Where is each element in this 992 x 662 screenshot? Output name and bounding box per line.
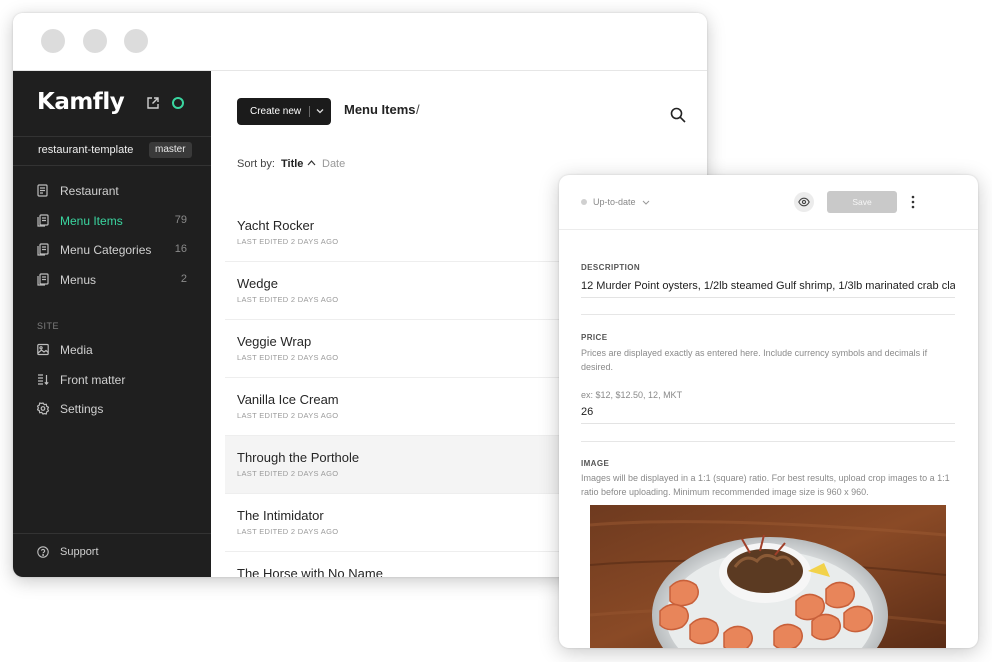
- sidebar-item-menus[interactable]: Menus 2: [37, 270, 187, 290]
- description-label: DESCRIPTION: [581, 263, 641, 272]
- item-meta: LAST EDITED 2 DAYS AGO: [237, 411, 339, 420]
- sidebar-divider: [13, 533, 211, 534]
- shrimp-platter-image: [590, 505, 946, 648]
- more-options-icon[interactable]: [911, 195, 915, 209]
- image-icon: [37, 343, 49, 356]
- window-maximize-dot[interactable]: [124, 29, 148, 53]
- sidebar-item-front-matter[interactable]: Front matter: [37, 370, 187, 390]
- save-button[interactable]: Save: [827, 191, 897, 213]
- image-help-text: Images will be displayed in a 1:1 (squar…: [581, 473, 950, 497]
- create-new-label: Create new: [250, 106, 302, 117]
- create-new-button[interactable]: Create new: [237, 98, 331, 125]
- button-divider: [309, 106, 310, 117]
- item-meta: LAST EDITED 2 DAYS AGO: [237, 353, 339, 362]
- item-title: Through the Porthole: [237, 450, 360, 465]
- window-minimize-dot[interactable]: [83, 29, 107, 53]
- item-title: Vanilla Ice Cream: [237, 392, 339, 407]
- sort-option-title[interactable]: Title: [281, 158, 303, 170]
- price-example-text: ex: $12, $12.50, 12, MKT: [581, 390, 683, 400]
- branch-badge[interactable]: master: [149, 142, 192, 158]
- help-circle-icon: [37, 546, 49, 558]
- sort-option-date[interactable]: Date: [322, 158, 345, 170]
- gear-icon: [37, 402, 49, 415]
- sidebar-item-label: Menus: [60, 273, 97, 287]
- editor-window: Up-to-date Save DESCRIPTION 12 Murder Po…: [559, 175, 978, 648]
- section-divider: [581, 314, 955, 315]
- search-icon[interactable]: [670, 107, 686, 123]
- sidebar-item-count: 2: [180, 273, 187, 285]
- sidebar-divider: [13, 136, 211, 137]
- window-close-dot[interactable]: [41, 29, 65, 53]
- status-indicator: [581, 199, 587, 205]
- sidebar-item-restaurant[interactable]: Restaurant: [37, 181, 187, 201]
- chevron-up-icon[interactable]: [307, 159, 316, 167]
- window-titlebar: [13, 13, 707, 71]
- documents-icon: [37, 273, 49, 286]
- item-meta: LAST EDITED 2 DAYS AGO: [237, 469, 339, 478]
- sidebar-item-menu-items[interactable]: Menu Items 79: [37, 211, 187, 231]
- item-title: Veggie Wrap: [237, 334, 312, 349]
- sidebar-item-label: Menu Categories: [60, 243, 152, 257]
- document-icon: [37, 184, 48, 197]
- breadcrumb-separator: /: [416, 102, 420, 117]
- preview-button[interactable]: [794, 192, 814, 212]
- item-title: Yacht Rocker: [237, 218, 315, 233]
- breadcrumb-menu-items[interactable]: Menu Items: [344, 102, 416, 117]
- chevron-down-icon[interactable]: [642, 199, 650, 206]
- sidebar-item-label: Media: [60, 343, 93, 357]
- price-help-text: Prices are displayed exactly as entered …: [581, 348, 928, 372]
- price-label: PRICE: [581, 333, 608, 342]
- documents-icon: [37, 243, 49, 256]
- section-label-site: SITE: [37, 321, 60, 331]
- image-label: IMAGE: [581, 459, 610, 468]
- sidebar: Kamfly restaurant-template master Restau…: [13, 71, 211, 577]
- external-link-icon[interactable]: [146, 96, 160, 110]
- description-field[interactable]: 12 Murder Point oysters, 1/2lb steamed G…: [581, 280, 955, 298]
- documents-icon: [37, 214, 49, 227]
- chevron-down-icon[interactable]: [315, 106, 325, 116]
- eye-icon: [798, 197, 810, 207]
- sidebar-item-count: 79: [174, 214, 187, 226]
- item-meta: LAST EDITED 2 DAYS AGO: [237, 237, 339, 246]
- sidebar-item-label: Settings: [60, 402, 104, 416]
- sidebar-item-label: Restaurant: [60, 184, 119, 198]
- sidebar-divider: [13, 165, 211, 166]
- sidebar-item-label: Menu Items: [60, 214, 123, 228]
- repo-name[interactable]: restaurant-template: [38, 144, 133, 156]
- item-meta: LAST EDITED 2 DAYS AGO: [237, 295, 339, 304]
- support-label: Support: [60, 546, 99, 558]
- editor-header: Up-to-date Save: [559, 175, 978, 230]
- item-title: Wedge: [237, 276, 278, 291]
- item-title: The Intimidator: [237, 508, 324, 523]
- sidebar-item-settings[interactable]: Settings: [37, 399, 187, 419]
- section-divider: [581, 441, 955, 442]
- site-status-icon: [172, 97, 184, 109]
- app-logo[interactable]: Kamfly: [37, 89, 125, 115]
- sidebar-item-count: 16: [174, 243, 187, 255]
- item-meta: LAST EDITED 2 DAYS AGO: [237, 527, 339, 536]
- item-title: The Horse with No Name: [237, 566, 383, 577]
- list-sort-icon: [38, 374, 49, 385]
- status-dropdown[interactable]: Up-to-date: [593, 197, 636, 207]
- dish-image[interactable]: [590, 505, 946, 648]
- sidebar-item-label: Front matter: [60, 373, 126, 387]
- sidebar-item-media[interactable]: Media: [37, 340, 187, 360]
- sidebar-item-menu-categories[interactable]: Menu Categories 16: [37, 240, 187, 260]
- price-field[interactable]: 26: [581, 406, 955, 424]
- sort-label: Sort by:: [237, 158, 275, 170]
